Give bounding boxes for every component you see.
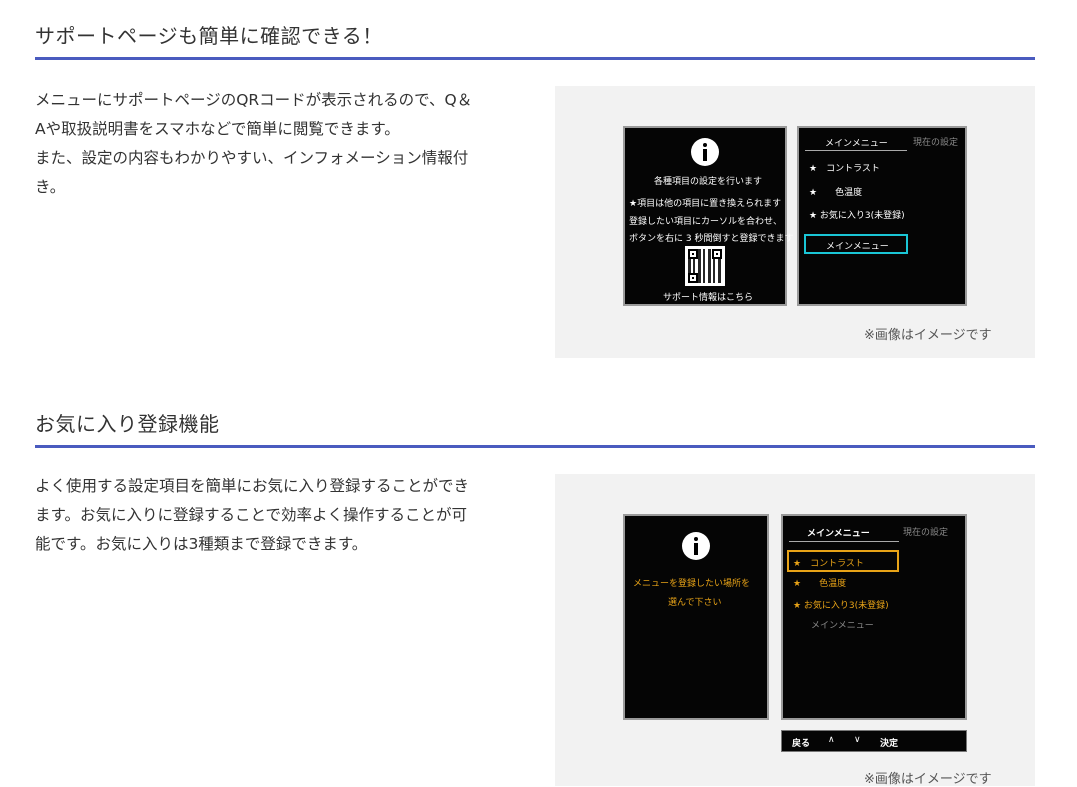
description-line: また、設定の内容もわかりやすい、インフォメーション情報付 xyxy=(35,149,469,167)
section-title: サポートページも簡単に確認できる！ xyxy=(35,24,383,48)
instruction-text: 選んで下さい xyxy=(668,598,722,608)
menu-panel: メインメニュー 現在の設定 ★ コントラスト ★ 色温度 ★ お気に入り3(未登… xyxy=(781,514,967,720)
instruction-text: メニューを登録したい場所を xyxy=(633,579,751,589)
menu-item: ★ お気に入り3(未登録) xyxy=(793,601,889,611)
description-line: 能です。お気に入りは3種類まで登録できます。 xyxy=(35,535,368,553)
section-divider xyxy=(35,445,1035,448)
up-icon: ∧ xyxy=(828,735,835,745)
menu-item: ★ 色温度 xyxy=(809,188,863,198)
section-favorites: お気に入り登録機能 よく使用する設定項目を簡単にお気に入り登録することができ ま… xyxy=(35,390,1035,787)
back-label: 戻る xyxy=(792,739,811,749)
section-support: サポートページも簡単に確認できる！ メニューにサポートページのQRコードが表示さ… xyxy=(35,0,1035,360)
instruction-panel: メニューを登録したい場所を 選んで下さい xyxy=(623,514,769,720)
description-line: メニューにサポートページのQRコードが表示されるので、Q＆ xyxy=(35,91,473,109)
description-line: よく使用する設定項目を簡単にお気に入り登録することができ xyxy=(35,477,470,495)
menu-selection: ★ コントラスト xyxy=(787,550,899,572)
support-screen-image: 各種項目の設定を行います ★項目は他の項目に置き換えられます 登録したい項目にカ… xyxy=(555,86,1035,358)
section-title: お気に入り登録機能 xyxy=(35,412,220,436)
menu-panel: メインメニュー 現在の設定 ★ コントラスト ★ 色温度 ★ お気に入り3(未登… xyxy=(797,126,967,306)
current-settings-label: 現在の設定 xyxy=(903,528,949,538)
info-panel: 各種項目の設定を行います ★項目は他の項目に置き換えられます 登録したい項目にカ… xyxy=(623,126,793,306)
qr-label: サポート情報はこちら xyxy=(663,293,754,303)
menu-item: ★ コントラスト xyxy=(793,559,864,569)
menu-item: ★ お気に入り3(未登録) xyxy=(809,211,905,221)
info-text: 登録したい項目にカーソルを合わせ、 xyxy=(629,217,783,227)
info-text: ★項目は他の項目に置き換えられます xyxy=(629,199,782,209)
menu-item: ★ コントラスト xyxy=(809,164,880,174)
down-icon: ∨ xyxy=(854,735,861,745)
section-description: メニューにサポートページのQRコードが表示されるので、Q＆ Aや取扱説明書をスマ… xyxy=(35,86,520,202)
menu-item: ★ 色温度 xyxy=(793,579,847,589)
description-line: Aや取扱説明書をスマホなどで簡単に閲覧できます。 xyxy=(35,120,400,138)
ok-label: 決定 xyxy=(880,739,899,749)
section-description: よく使用する設定項目を簡単にお気に入り登録することができ ます。お気に入りに登録… xyxy=(35,472,520,559)
menu-selected-item: メインメニュー xyxy=(826,242,889,252)
info-icon xyxy=(691,138,719,166)
info-icon xyxy=(682,532,710,560)
favorites-screen-image: メニューを登録したい場所を 選んで下さい メインメニュー 現在の設定 ★ コント… xyxy=(555,474,1035,787)
menu-title: メインメニュー xyxy=(807,529,870,539)
description-line: き。 xyxy=(35,178,66,196)
section-divider xyxy=(35,57,1035,60)
description-line: ます。お気に入りに登録することで効率よく操作することが可 xyxy=(35,506,467,524)
control-bar: 戻る ∧ ∨ 決定 xyxy=(781,730,967,752)
current-settings-label: 現在の設定 xyxy=(913,138,959,148)
menu-selection: メインメニュー xyxy=(804,234,908,254)
info-text: ボタンを右に 3 秒間倒すと登録できます xyxy=(629,234,794,244)
qr-code xyxy=(685,246,725,286)
menu-title: メインメニュー xyxy=(825,139,888,149)
image-caption: ※画像はイメージです xyxy=(864,772,992,787)
info-text: 各種項目の設定を行います xyxy=(654,177,763,187)
image-caption: ※画像はイメージです xyxy=(864,328,992,343)
menu-footer-item: メインメニュー xyxy=(811,621,874,631)
